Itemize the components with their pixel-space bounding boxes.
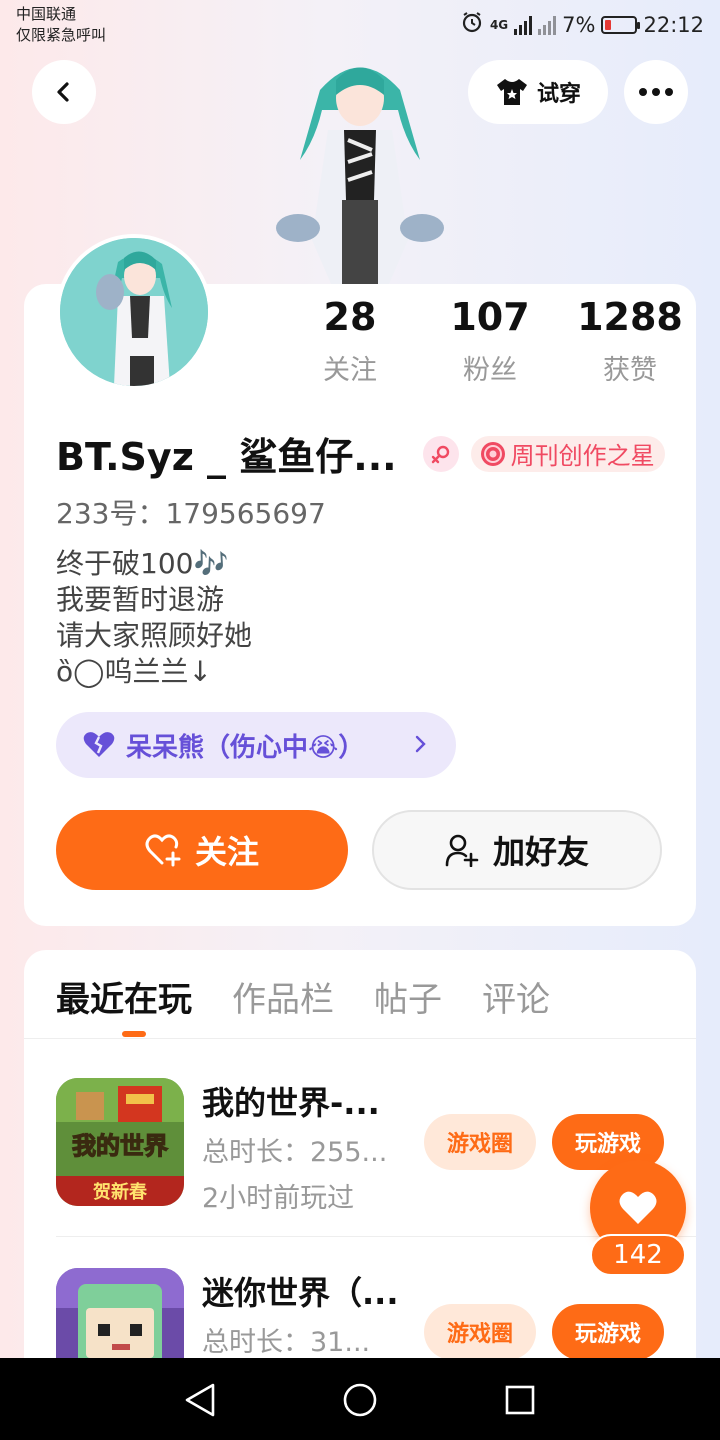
heart-plus-icon [145,834,181,867]
stat-likes[interactable]: 1288 获赞 [560,292,700,387]
carrier-info: 中国联通 仅限紧急呼叫 [16,4,106,46]
chevron-left-icon [57,82,69,102]
more-options-button[interactable] [624,60,688,124]
square-recents-icon [505,1385,535,1415]
add-friend-button[interactable]: 加好友 [372,810,662,890]
follow-label: 关注 [194,833,259,871]
play-game-button[interactable]: 玩游戏 [552,1304,664,1360]
user-id[interactable]: 233号：179565697 [56,492,326,532]
alarm-icon [460,10,484,39]
signal-2-icon [538,15,557,35]
game-duration: 总时长：255... [202,1137,388,1168]
fans-count: 107 [450,295,530,339]
game-title: 迷你世界（... [202,1274,399,1312]
icon-subtitle-text: 贺新春 [92,1181,148,1203]
bio-line: ȍ◯呜兰兰↓ [56,655,212,688]
signal-icon [514,15,533,35]
active-tab-indicator [122,1031,146,1037]
clock: 22:12 [643,12,704,37]
character-avatar-3d[interactable] [270,50,450,286]
icon-title-text: 我的世界 [72,1132,168,1160]
tshirt-icon [496,79,527,105]
profile-stats: 28 关注 107 粉丝 1288 获赞 [280,292,700,387]
game-circle-button[interactable]: 游戏圈 [424,1114,536,1170]
minecraft-game-icon[interactable]: 我的世界 贺新春 [56,1078,184,1206]
bio-line: 请大家照顾好她 [56,619,253,652]
stat-following[interactable]: 28 关注 [280,292,420,387]
nav-back-button[interactable] [178,1378,222,1422]
game-title: 我的世界-... [202,1084,380,1122]
following-count: 28 [323,295,377,339]
tab-works[interactable]: 作品栏 [232,972,334,1021]
tabs-divider [24,1038,696,1039]
follow-button[interactable]: 关注 [56,810,348,890]
add-user-icon [445,834,479,867]
heart-icon [619,1191,657,1224]
username: BT.Syz _ 鲨鱼仔... [56,435,397,479]
creator-medal-icon [480,441,505,466]
bio-line: 终于破100🎶 [56,547,229,580]
female-gender-icon [422,435,459,472]
badge-label: 周刊创作之星 [510,442,655,470]
try-on-button[interactable]: 试穿 [468,60,608,124]
game-row[interactable]: 我的世界 贺新春 我的世界-... 总时长：255... 2小时前玩过 游戏圈 … [56,1078,666,1228]
system-navigation-bar [0,1358,720,1440]
tab-posts[interactable]: 帖子 [374,972,442,1021]
add-friend-label: 加好友 [492,833,589,871]
profile-tabs: 最近在玩 作品栏 帖子 评论 [56,972,550,1021]
pet-status-pill[interactable]: 呆呆熊（伤心中😭） [56,712,456,778]
network-type: 4G [489,17,509,32]
try-on-label: 试穿 [536,82,581,107]
bio: 终于破100🎶 我要暂时退游 请大家照顾好她 ȍ◯呜兰兰↓ [56,546,252,690]
profile-avatar[interactable] [56,234,212,390]
tab-recently-played[interactable]: 最近在玩 [56,972,192,1021]
triangle-back-icon [185,1383,215,1417]
game-circle-button[interactable]: 游戏圈 [424,1304,536,1360]
chevron-right-icon [415,735,426,753]
back-button[interactable] [32,60,96,124]
nav-recents-button[interactable] [498,1378,542,1422]
emergency-only-text: 仅限紧急呼叫 [16,26,107,44]
like-count: 142 [590,1234,686,1276]
tab-comments[interactable]: 评论 [482,972,550,1021]
weekly-creator-star-badge[interactable]: 周刊创作之星 [470,435,665,472]
nav-home-button[interactable] [338,1378,382,1422]
circle-home-icon [343,1383,377,1417]
carrier-name: 中国联通 [16,5,77,23]
name-row: BT.Syz _ 鲨鱼仔... 周刊创作之星 [56,426,665,481]
pet-label: 呆呆熊（伤心中😭） [126,732,365,763]
more-dots-icon [639,88,673,96]
stat-fans[interactable]: 107 粉丝 [420,292,560,387]
likes-received-count: 1288 [577,295,683,339]
broken-heart-icon [83,732,115,757]
following-label: 关注 [323,355,377,386]
battery-icon [601,15,641,34]
likes-received-label: 获赞 [603,355,657,386]
fans-label: 粉丝 [463,355,517,386]
status-icons: 4G 7% 22:12 [460,10,704,39]
status-bar: 中国联通 仅限紧急呼叫 4G 7% 22:12 [0,0,720,50]
game-last-played: 2小时前玩过 [202,1183,355,1214]
battery-percent: 7% [562,12,596,37]
bio-line: 我要暂时退游 [56,583,225,616]
game-duration: 总时长：31... [202,1327,371,1358]
